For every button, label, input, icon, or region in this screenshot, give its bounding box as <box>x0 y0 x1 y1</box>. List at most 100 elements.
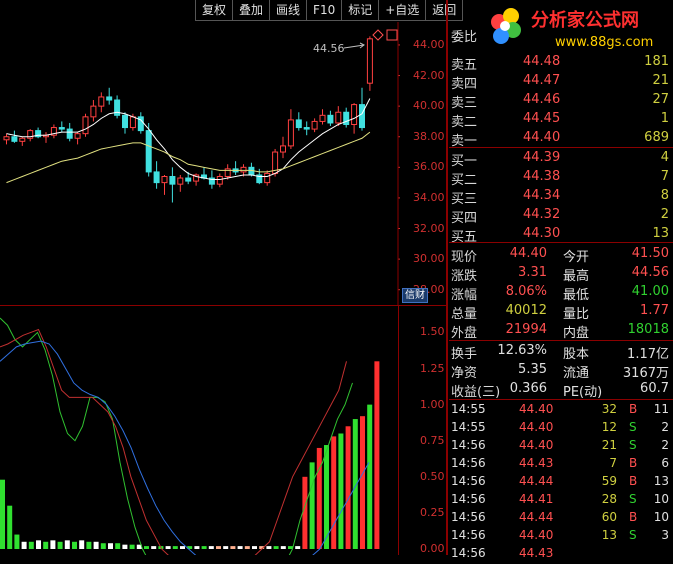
tick-volume: 60 <box>601 510 617 524</box>
tick-row: 14:55 44.40 12 S 2 <box>449 420 673 438</box>
indicator-axis-label: 0.00 <box>420 542 445 555</box>
bid-label: 买四 <box>451 211 478 226</box>
ask-price: 44.40 <box>523 130 561 145</box>
bid-label: 买二 <box>451 173 478 188</box>
candle-body <box>19 137 26 142</box>
tick-side: B <box>629 474 638 488</box>
bid-price: 44.30 <box>523 226 561 241</box>
stat-value: 44.40 <box>509 246 547 261</box>
candle-body <box>129 116 136 129</box>
stats-row: 涨幅 8.06% 最低 41.00 <box>449 284 673 303</box>
tick-side: B <box>629 456 638 470</box>
indicator-axis-label: 0.75 <box>420 433 445 447</box>
indicator-bar <box>230 546 236 549</box>
tick-price: 44.43 <box>519 456 554 470</box>
bid-price: 44.39 <box>523 150 561 165</box>
tick-price: 44.40 <box>519 438 554 452</box>
ask-row: 卖五 44.48 181 <box>449 54 673 73</box>
stat-label: 内盘 <box>563 326 590 341</box>
indicator-bar <box>0 479 5 549</box>
tick-time: 14:56 <box>451 438 486 452</box>
fund-label: 股本 <box>563 347 590 362</box>
ask-label: 卖二 <box>451 115 478 130</box>
indicator-bar <box>165 546 171 549</box>
tick-count: 10 <box>653 510 669 524</box>
ask-price: 44.45 <box>523 111 561 126</box>
indicator-bar <box>172 546 178 549</box>
indicator-chart[interactable] <box>0 306 398 555</box>
panel-divider <box>446 0 448 555</box>
bid-volume: 7 <box>660 169 669 184</box>
candle-body <box>359 104 365 129</box>
toolbar: 复权 叠加 画线 F10 标记 +自选 返回 <box>195 0 464 22</box>
price-axis-label: 42.00 <box>413 68 445 82</box>
toolbar-button-5[interactable]: +自选 <box>378 0 427 21</box>
fund-value: 1.17亿 <box>627 347 669 362</box>
candle-body <box>90 105 97 118</box>
indicator-bar <box>345 426 351 549</box>
candle-body <box>58 127 65 130</box>
indicator-bar <box>108 543 113 549</box>
bid-volume: 4 <box>660 150 669 165</box>
tick-price: 44.44 <box>519 474 554 488</box>
indicator-axis-label: 0.25 <box>420 505 445 519</box>
tick-time: 14:56 <box>451 456 486 470</box>
price-axis-label: 40.00 <box>413 99 445 113</box>
fund-label: 流通 <box>563 366 590 381</box>
order-ratio-label: 委比 <box>451 30 478 45</box>
ask-label: 卖四 <box>451 77 478 92</box>
stat-label: 现价 <box>451 250 478 265</box>
ask-volume: 1 <box>660 111 669 126</box>
tick-time: 14:56 <box>451 528 486 542</box>
toolbar-button-2[interactable]: 画线 <box>269 0 308 21</box>
ask-price: 44.46 <box>523 92 561 107</box>
finance-badge[interactable]: 信财 <box>402 288 428 303</box>
candle-body <box>161 176 168 184</box>
stats-row: 外盘 21994 内盘 18018 <box>449 322 673 341</box>
price-axis-label: 36.00 <box>413 160 445 174</box>
tick-row: 14:56 44.43 7 B 6 <box>449 456 673 474</box>
tick-side: B <box>629 402 638 416</box>
kline-chart[interactable] <box>0 22 400 305</box>
tick-side: S <box>629 528 637 542</box>
tick-price: 44.43 <box>519 546 554 560</box>
candle-body <box>366 38 373 84</box>
order-ratio-row: 委比 <box>449 26 673 45</box>
toolbar-button-4[interactable]: 标记 <box>341 0 380 21</box>
candle-body <box>303 127 310 130</box>
indicator-bar <box>122 544 128 549</box>
tick-count: 13 <box>653 474 669 488</box>
candle-body <box>327 114 334 124</box>
chart-tools-icon[interactable] <box>372 29 400 41</box>
candle-body <box>280 145 286 153</box>
ask-volume: 689 <box>644 130 669 145</box>
toolbar-button-3[interactable]: F10 <box>306 0 343 21</box>
stat-value: 1.77 <box>640 303 669 318</box>
toolbar-button-1[interactable]: 叠加 <box>232 0 271 21</box>
tick-row: 14:56 44.43 <box>449 546 673 564</box>
stat-value: 41.50 <box>631 246 669 261</box>
tick-volume: 12 <box>601 420 617 434</box>
ask-label: 卖三 <box>451 96 478 111</box>
indicator-bar <box>115 543 121 549</box>
tick-volume: 21 <box>601 438 617 452</box>
tick-volume: 13 <box>601 528 617 542</box>
candle-body <box>264 172 271 184</box>
bid-label: 买三 <box>451 192 478 207</box>
indicator-axis-label: 1.50 <box>420 325 445 339</box>
price-axis-label: 38.00 <box>413 129 445 143</box>
candle-body <box>11 136 18 142</box>
indicator-bar <box>64 540 70 549</box>
stat-value: 44.56 <box>631 265 669 280</box>
toolbar-button-6[interactable]: 返回 <box>425 0 464 21</box>
toolbar-button-0[interactable]: 复权 <box>195 0 234 21</box>
tick-count: 3 <box>661 528 669 542</box>
stats-separator <box>449 242 673 243</box>
indicator-bar <box>194 546 200 549</box>
indicator-bar <box>252 546 257 549</box>
fund-value: 0.366 <box>509 381 547 396</box>
bid-price: 44.38 <box>523 169 561 184</box>
indicator-axis-label: 0.50 <box>420 469 445 483</box>
indicator-bar <box>216 546 221 549</box>
stats-row: 现价 44.40 今开 41.50 <box>449 246 673 265</box>
